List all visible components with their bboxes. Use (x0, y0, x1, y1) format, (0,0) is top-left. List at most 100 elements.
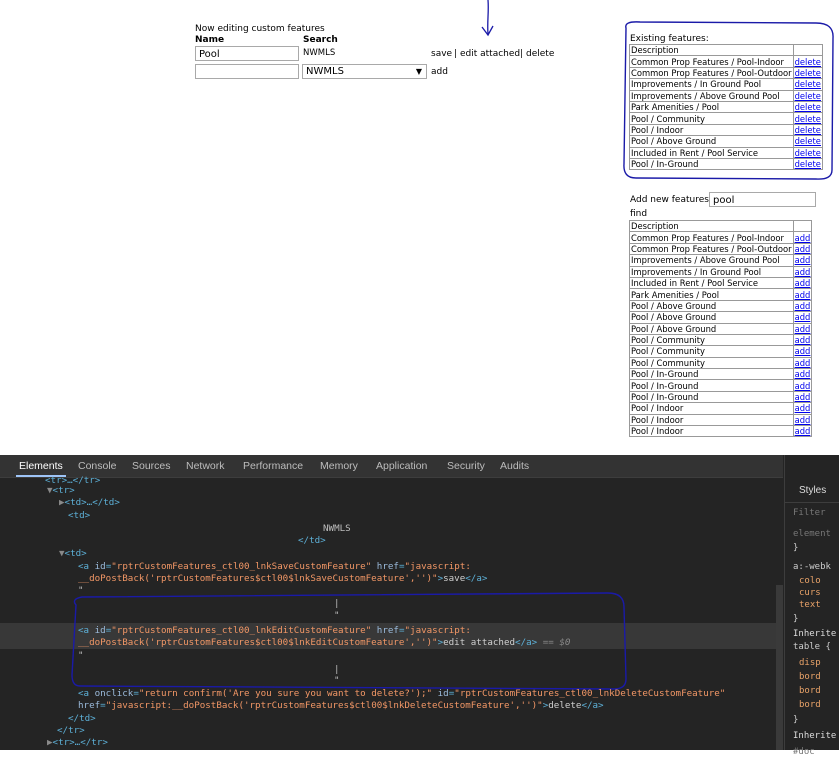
table-row: Pool / Indoor delete (629, 123, 823, 137)
devtools-tab-security[interactable]: Security (447, 460, 485, 472)
action-header (792, 219, 813, 233)
feature-description: Pool / Above Ground (629, 135, 794, 148)
add-feature-link[interactable]: add (795, 403, 811, 413)
add-feature-link[interactable]: add (795, 369, 811, 379)
action-header (792, 43, 823, 57)
add-feature-link[interactable]: add (795, 312, 811, 322)
search-select[interactable]: NWMLS ▼ (302, 64, 427, 79)
dom-save-anchor-cont[interactable]: __doPostBack('rptrCustomFeatures$ctl00$l… (78, 573, 487, 584)
delete-feature-link[interactable]: delete (795, 102, 821, 112)
add-feature-link[interactable]: add (795, 267, 811, 277)
add-feature-link[interactable]: add (795, 290, 811, 300)
feature-description: Included in Rent / Pool Service (629, 276, 794, 290)
table-row: Included in Rent / Pool Service add (629, 276, 813, 290)
dom-save-anchor[interactable]: <a id="rptrCustomFeatures_ctl00_lnkSaveC… (78, 561, 471, 572)
table-row: Pool / Indoor add (629, 425, 813, 438)
feature-description: Pool / Above Ground (629, 311, 794, 324)
delete-feature-link[interactable]: delete (795, 79, 821, 89)
table-row: Pool / Above Ground add (629, 322, 813, 335)
add-feature-link[interactable]: add (795, 358, 811, 368)
col-search-header: Search (303, 35, 338, 45)
dom-line-td-collapsed[interactable]: ▶<td>…</td> (59, 497, 120, 508)
new-name-input[interactable] (195, 64, 299, 79)
action-cell: add (792, 390, 813, 404)
find-link[interactable]: find (630, 209, 647, 219)
action-cell: add (792, 322, 813, 335)
delete-feature-link[interactable]: delete (795, 125, 821, 135)
devtools-tab-audits[interactable]: Audits (500, 460, 529, 472)
add-feature-link[interactable]: add (795, 335, 811, 345)
feature-description: Pool / Community (629, 345, 794, 358)
table-row: Pool / Community delete (629, 112, 823, 125)
devtools-tab-memory[interactable]: Memory (320, 460, 358, 472)
table-header-row: Description (629, 219, 813, 233)
feature-description: Pool / In-Ground (629, 390, 794, 404)
delete-feature-link[interactable]: delete (795, 159, 821, 169)
delete-feature-link[interactable]: delete (795, 148, 821, 158)
delete-feature-link[interactable]: delete (795, 68, 821, 78)
styles-line: disp (799, 658, 821, 668)
action-cell: delete (792, 55, 823, 68)
delete-feature-link[interactable]: delete (795, 91, 821, 101)
add-feature-link[interactable]: add (795, 426, 811, 436)
table-row: Common Prop Features / Pool-Outdoor delet… (629, 66, 823, 80)
add-feature-link[interactable]: add (795, 392, 811, 402)
name-input[interactable]: Pool (195, 46, 299, 61)
feature-description: Improvements / Above Ground Pool (629, 89, 794, 102)
table-row: Pool / Community add (629, 333, 813, 347)
add-feature-link[interactable]: add (795, 244, 811, 254)
add-feature-link[interactable]: add (795, 346, 811, 356)
action-cell: add (792, 333, 813, 347)
add-features-search-input[interactable]: pool (709, 192, 816, 207)
dom-delete-anchor[interactable]: <a onclick="return confirm('Are you sure… (78, 688, 725, 699)
add-feature-link[interactable]: add (795, 324, 811, 334)
add-link[interactable]: add (431, 67, 448, 77)
styles-line: } (793, 614, 799, 624)
delete-feature-link[interactable]: delete (795, 57, 821, 67)
dom-line-tr-open[interactable]: ▼<tr> (47, 485, 75, 496)
table-row: Common Prop Features / Pool-Outdoor add (629, 242, 813, 256)
add-feature-link[interactable]: add (795, 381, 811, 391)
action-cell: add (792, 254, 813, 267)
devtools-tab-performance[interactable]: Performance (243, 460, 303, 472)
dom-line-td[interactable]: <td> (68, 510, 90, 521)
dom-text-quote: " (334, 675, 340, 686)
search-select-value: NWMLS (306, 66, 344, 77)
devtools-tab-elements[interactable]: Elements (16, 460, 66, 477)
dom-delete-anchor-cont[interactable]: href="javascript:__doPostBack('rptrCusto… (78, 700, 604, 711)
add-feature-link[interactable]: add (795, 415, 811, 425)
devtools-tab-network[interactable]: Network (186, 460, 225, 472)
add-feature-link[interactable]: add (795, 233, 811, 243)
table-row: Park Amenities / Pool add (629, 288, 813, 301)
description-header: Description (629, 219, 794, 233)
table-row: Pool / Indoor add (629, 402, 813, 415)
add-feature-link[interactable]: add (795, 301, 811, 311)
dom-line-tr-collapsed[interactable]: ▶<tr>…</tr> (47, 737, 108, 748)
delete-link[interactable]: delete (526, 49, 554, 59)
divider (785, 502, 839, 503)
styles-filter-input[interactable]: Filter (793, 508, 826, 518)
delete-feature-link[interactable]: delete (795, 136, 821, 146)
styles-line: bord (799, 686, 821, 696)
add-feature-link[interactable]: add (795, 278, 811, 288)
delete-feature-link[interactable]: delete (795, 114, 821, 124)
scrollbar[interactable] (776, 585, 783, 750)
devtools-tab-sources[interactable]: Sources (132, 460, 171, 472)
devtools-tab-console[interactable]: Console (78, 460, 117, 472)
action-cell: delete (792, 66, 823, 80)
dom-line-td-open[interactable]: ▼<td> (59, 548, 87, 559)
styles-line: Inherite (793, 629, 837, 639)
table-row: Common Prop Features / Pool-Indoor add (629, 231, 813, 244)
add-feature-link[interactable]: add (795, 255, 811, 265)
styles-line: table { (793, 642, 831, 652)
feature-description: Pool / Indoor (629, 425, 794, 438)
edit-attached-link[interactable]: edit attached (460, 49, 520, 59)
action-cell: delete (792, 89, 823, 102)
action-cell: add (792, 299, 813, 313)
save-link[interactable]: save (431, 49, 452, 59)
devtools-tab-application[interactable]: Application (376, 460, 427, 472)
action-cell: delete (792, 100, 823, 114)
table-row: Improvements / Above Ground Pool add (629, 254, 813, 267)
add-new-features-label: Add new features: (630, 195, 712, 205)
styles-tab[interactable]: Styles (799, 485, 826, 496)
